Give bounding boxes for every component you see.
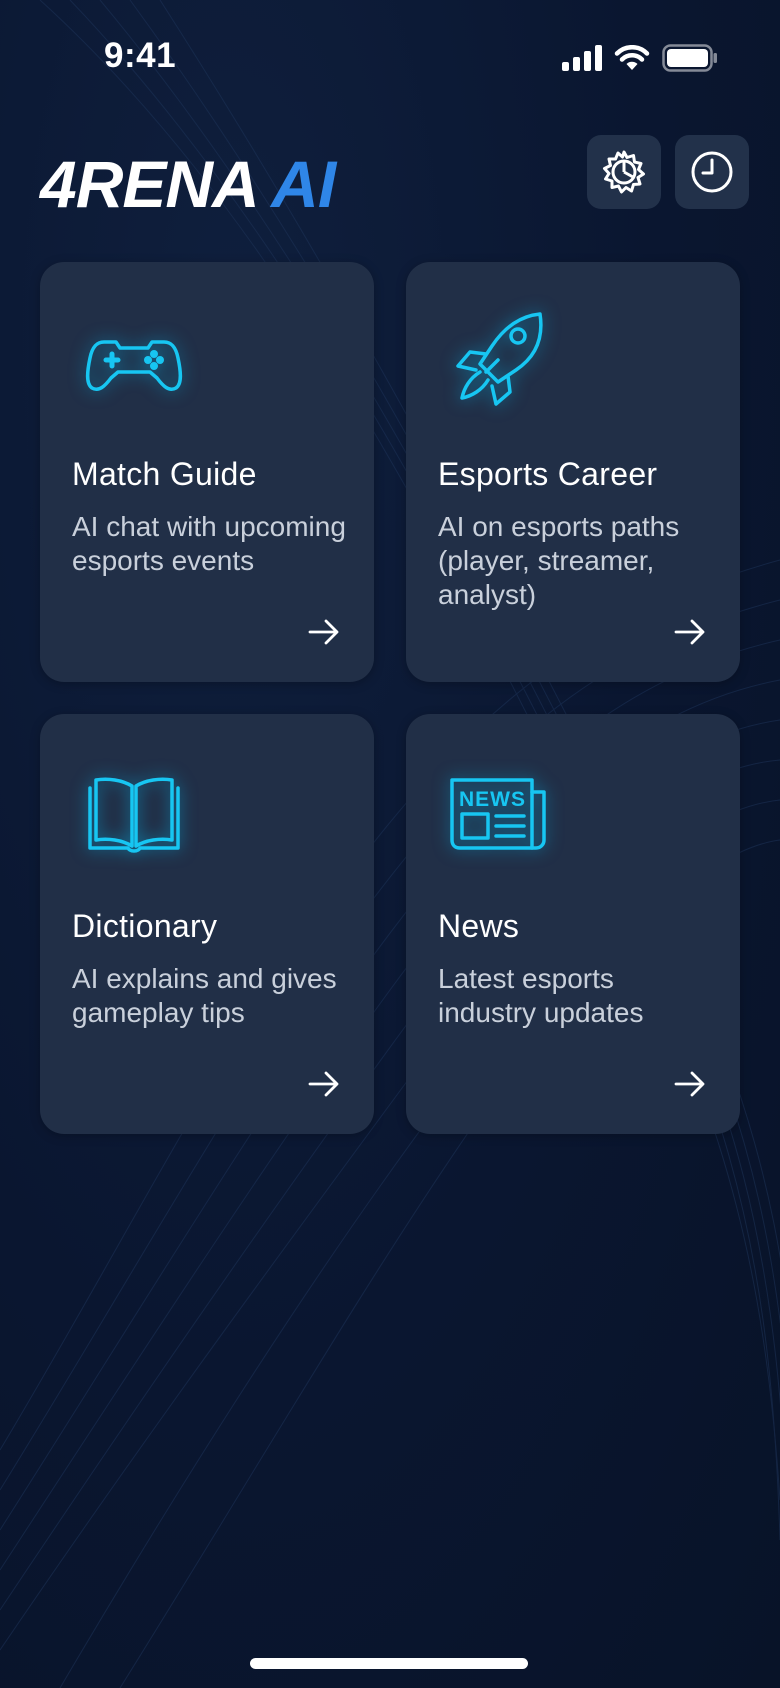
clock-icon	[691, 151, 733, 193]
status-bar: 9:41	[0, 0, 780, 120]
card-icon-wrap	[440, 302, 560, 422]
card-esports-career[interactable]: Esports Career AI on esports paths (play…	[406, 262, 740, 682]
logo-accent: AI	[271, 147, 336, 221]
card-description: AI explains and gives gameplay tips	[72, 963, 337, 1028]
status-time: 9:41	[104, 36, 177, 75]
gear-icon	[603, 150, 645, 194]
logo-brand: 4RENA	[40, 147, 257, 221]
status-icons	[562, 44, 718, 72]
settings-button[interactable]	[587, 135, 661, 209]
news-icon-label: NEWS	[459, 788, 526, 811]
card-title: Esports Career	[438, 456, 658, 492]
card-description: AI on esports paths (player, streamer, a…	[438, 511, 680, 610]
rocket-icon	[456, 312, 543, 406]
arrow-right-icon	[674, 1071, 705, 1097]
battery-icon	[662, 44, 717, 72]
cellular-signal-icon	[562, 45, 602, 71]
app-logo: 4RENA AI	[40, 146, 336, 222]
card-description: Latest esports industry updates	[438, 963, 644, 1028]
book-icon	[88, 777, 180, 853]
card-icon-wrap	[74, 754, 194, 874]
card-icon-wrap: NEWS	[440, 754, 560, 874]
arrow-right-icon	[308, 1071, 339, 1097]
card-title: Match Guide	[72, 456, 257, 492]
card-match-guide[interactable]: Match Guide AI chat with upcoming esport…	[40, 262, 374, 682]
gamepad-icon	[85, 340, 183, 391]
history-button[interactable]	[675, 135, 749, 209]
newspaper-icon: NEWS	[450, 778, 546, 850]
card-title: Dictionary	[72, 908, 218, 944]
card-title: News	[438, 908, 520, 944]
home-indicator[interactable]	[250, 1658, 528, 1669]
card-news[interactable]: NEWS News Latest esports industry update…	[406, 714, 740, 1134]
wifi-icon	[614, 45, 650, 70]
arrow-right-icon	[674, 619, 705, 645]
arrow-right-icon	[308, 619, 339, 645]
home-screen: 9:41 4RENA AI Match Guide AI chat with u…	[0, 0, 780, 1688]
card-icon-wrap	[74, 302, 194, 422]
card-description: AI chat with upcoming esports events	[72, 511, 346, 576]
card-dictionary[interactable]: Dictionary AI explains and gives gamepla…	[40, 714, 374, 1134]
